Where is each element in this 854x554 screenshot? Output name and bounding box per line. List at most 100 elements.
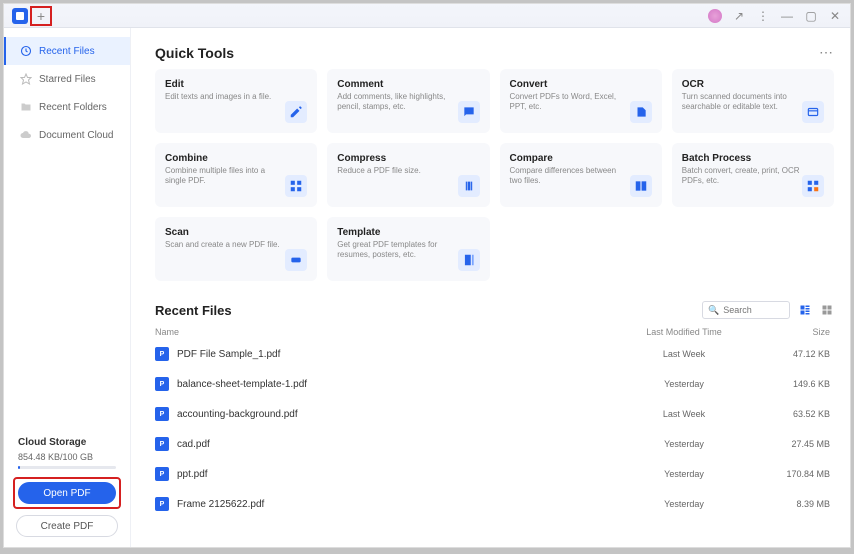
tool-title: Comment <box>337 79 457 90</box>
tool-card-scan[interactable]: ScanScan and create a new PDF file. <box>155 217 317 281</box>
search-input[interactable] <box>723 305 784 315</box>
quick-tools-header: Quick Tools ⋯ <box>155 44 834 61</box>
tool-icon <box>630 175 652 197</box>
tool-title: Batch Process <box>682 153 802 164</box>
sidebar-item-label: Recent Files <box>39 46 95 57</box>
file-modified: Last Week <box>604 409 764 419</box>
file-size: 170.84 MB <box>764 469 834 479</box>
tool-card-batch-process[interactable]: Batch Process Batch convert, create, prin… <box>672 143 834 207</box>
tool-title: Scan <box>165 227 285 238</box>
recent-files-title: Recent Files <box>155 303 232 318</box>
file-row[interactable]: Pppt.pdfYesterday170.84 MB <box>155 459 834 489</box>
star-icon <box>20 73 32 85</box>
new-tab-button[interactable]: + <box>30 6 52 26</box>
file-name: PDF File Sample_1.pdf <box>177 349 604 360</box>
clock-icon <box>20 45 32 57</box>
file-row[interactable]: PFrame 2125622.pdfYesterday8.39 MB <box>155 489 834 519</box>
tool-icon <box>285 175 307 197</box>
tool-title: OCR <box>682 79 802 90</box>
file-row[interactable]: Paccounting-background.pdfLast Week63.52… <box>155 399 834 429</box>
tool-card-edit[interactable]: EditEdit texts and images in a file. <box>155 69 317 133</box>
menu-icon[interactable]: ⋮ <box>756 9 770 23</box>
sidebar-item-label: Recent Folders <box>39 102 107 113</box>
app-body: Recent Files Starred Files Recent Folder… <box>4 28 850 547</box>
file-name: ppt.pdf <box>177 469 604 480</box>
sidebar-item-label: Document Cloud <box>39 130 113 141</box>
pdf-file-icon: P <box>155 437 169 451</box>
view-grid-icon[interactable] <box>820 303 834 317</box>
sidebar-item-document-cloud[interactable]: Document Cloud <box>4 121 130 149</box>
cloud-storage-title: Cloud Storage <box>18 437 116 448</box>
close-icon[interactable]: ✕ <box>828 9 842 23</box>
title-bar-left: + <box>12 6 52 26</box>
file-modified: Last Week <box>604 349 764 359</box>
tool-icon <box>458 101 480 123</box>
file-size: 27.45 MB <box>764 439 834 449</box>
sidebar-item-recent-files[interactable]: Recent Files <box>4 37 130 65</box>
folder-icon <box>20 101 32 113</box>
tool-icon <box>802 101 824 123</box>
share-icon[interactable]: ↗ <box>732 9 746 23</box>
avatar-icon[interactable] <box>708 9 722 23</box>
tool-card-convert[interactable]: ConvertConvert PDFs to Word, Excel, PPT,… <box>500 69 662 133</box>
main-content: Quick Tools ⋯ EditEdit texts and images … <box>131 28 850 547</box>
tool-card-ocr[interactable]: OCR Turn scanned documents into searchabl… <box>672 69 834 133</box>
file-size: 149.6 KB <box>764 379 834 389</box>
tool-description: Turn scanned documents into searchable o… <box>682 92 802 113</box>
file-size: 47.12 KB <box>764 349 834 359</box>
tool-card-compress[interactable]: CompressReduce a PDF file size. <box>327 143 489 207</box>
title-bar: + ↗ ⋮ — ▢ ✕ <box>4 4 850 28</box>
sidebar-item-recent-folders[interactable]: Recent Folders <box>4 93 130 121</box>
recent-files-tools: 🔍 <box>702 301 834 319</box>
tool-card-compare[interactable]: Compare Compare differences between two f… <box>500 143 662 207</box>
sidebar-buttons: Open PDF Create PDF <box>4 477 130 547</box>
open-pdf-highlight: Open PDF <box>13 477 121 509</box>
maximize-icon[interactable]: ▢ <box>804 9 818 23</box>
file-size: 63.52 KB <box>764 409 834 419</box>
tool-icon <box>285 249 307 271</box>
search-icon: 🔍 <box>708 305 719 316</box>
file-modified: Yesterday <box>604 469 764 479</box>
sidebar-item-starred-files[interactable]: Starred Files <box>4 65 130 93</box>
pdf-file-icon: P <box>155 497 169 511</box>
recent-files-header: Recent Files 🔍 <box>155 301 834 319</box>
tool-title: Combine <box>165 153 285 164</box>
tool-description: Compare differences between two files. <box>510 166 630 187</box>
file-row[interactable]: PPDF File Sample_1.pdfLast Week47.12 KB <box>155 339 834 369</box>
file-modified: Yesterday <box>604 499 764 509</box>
tool-description: Get great PDF templates for resumes, pos… <box>337 240 457 261</box>
tool-icon <box>285 101 307 123</box>
file-row[interactable]: Pcad.pdfYesterday27.45 MB <box>155 429 834 459</box>
column-modified: Last Modified Time <box>604 327 764 337</box>
view-list-icon[interactable] <box>798 303 812 317</box>
quick-tools-more-icon[interactable]: ⋯ <box>819 44 834 61</box>
tool-icon <box>630 101 652 123</box>
tool-card-combine[interactable]: Combine Combine multiple files into a sin… <box>155 143 317 207</box>
file-name: cad.pdf <box>177 439 604 450</box>
tool-title: Convert <box>510 79 630 90</box>
create-pdf-button[interactable]: Create PDF <box>16 515 118 537</box>
tool-icon <box>802 175 824 197</box>
app-window: + ↗ ⋮ — ▢ ✕ Recent Files Starred Files R… <box>3 3 851 548</box>
quick-tools-title: Quick Tools <box>155 45 234 61</box>
file-name: balance-sheet-template-1.pdf <box>177 379 604 390</box>
tool-description: Batch convert, create, print, OCR PDFs, … <box>682 166 802 187</box>
tool-card-template[interactable]: TemplateGet great PDF templates for resu… <box>327 217 489 281</box>
file-row[interactable]: Pbalance-sheet-template-1.pdfYesterday14… <box>155 369 834 399</box>
pdf-file-icon: P <box>155 467 169 481</box>
tool-card-comment[interactable]: CommentAdd comments, like highlights, pe… <box>327 69 489 133</box>
sidebar: Recent Files Starred Files Recent Folder… <box>4 28 131 547</box>
cloud-storage-bar <box>18 466 116 469</box>
open-pdf-button[interactable]: Open PDF <box>18 482 116 504</box>
tool-icon <box>458 175 480 197</box>
tool-title: Compare <box>510 153 630 164</box>
search-box[interactable]: 🔍 <box>702 301 790 319</box>
file-list-header: Name Last Modified Time Size <box>155 325 834 339</box>
minimize-icon[interactable]: — <box>780 9 794 23</box>
cloud-icon <box>20 129 32 141</box>
file-list: PPDF File Sample_1.pdfLast Week47.12 KBP… <box>155 339 834 519</box>
title-bar-right: ↗ ⋮ — ▢ ✕ <box>708 9 842 23</box>
tool-title: Edit <box>165 79 285 90</box>
tool-description: Combine multiple files into a single PDF… <box>165 166 285 187</box>
quick-tools-grid: EditEdit texts and images in a file.Comm… <box>155 69 834 281</box>
